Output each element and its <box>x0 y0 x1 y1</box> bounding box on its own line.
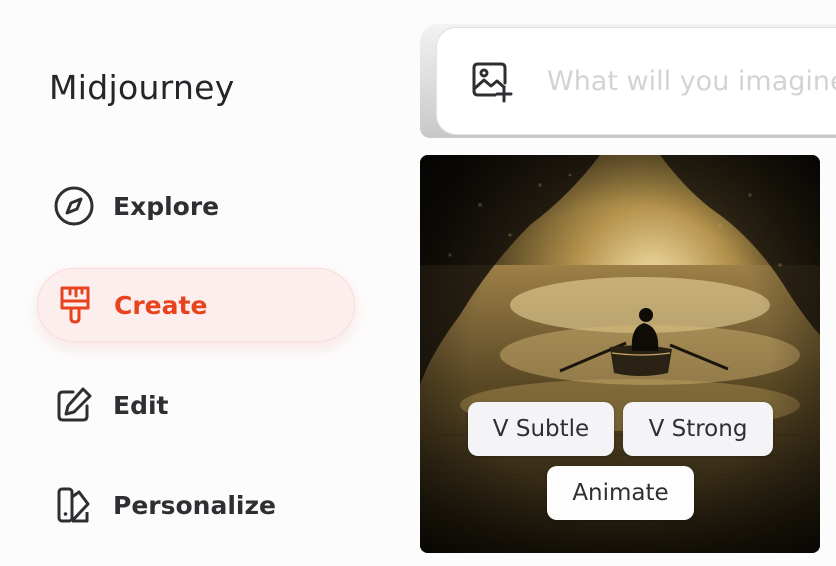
nav-item-create[interactable]: Create <box>37 268 355 342</box>
prompt-input[interactable] <box>547 65 836 97</box>
nav-item-explore[interactable]: Explore <box>37 169 355 243</box>
animate-button[interactable]: Animate <box>547 466 694 520</box>
palette-swatch-icon <box>53 484 95 526</box>
vary-strong-button[interactable]: V Strong <box>623 402 773 456</box>
prompt-bar[interactable] <box>436 27 836 135</box>
nav-item-label: Explore <box>113 191 220 221</box>
brand-title: Midjourney <box>49 68 235 107</box>
nav-item-edit[interactable]: Edit <box>37 368 355 442</box>
nav-item-label: Edit <box>113 390 169 420</box>
nav-item-personalize[interactable]: Personalize <box>37 468 355 542</box>
paintbrush-icon <box>54 284 96 326</box>
pencil-square-icon <box>53 384 95 426</box>
compass-icon <box>53 185 95 227</box>
nav-item-label: Create <box>114 290 208 320</box>
nav-item-label: Personalize <box>113 490 276 520</box>
generated-image[interactable]: V Subtle V Strong Animate <box>420 155 820 553</box>
image-plus-icon[interactable] <box>469 59 513 103</box>
vary-subtle-button[interactable]: V Subtle <box>468 402 614 456</box>
